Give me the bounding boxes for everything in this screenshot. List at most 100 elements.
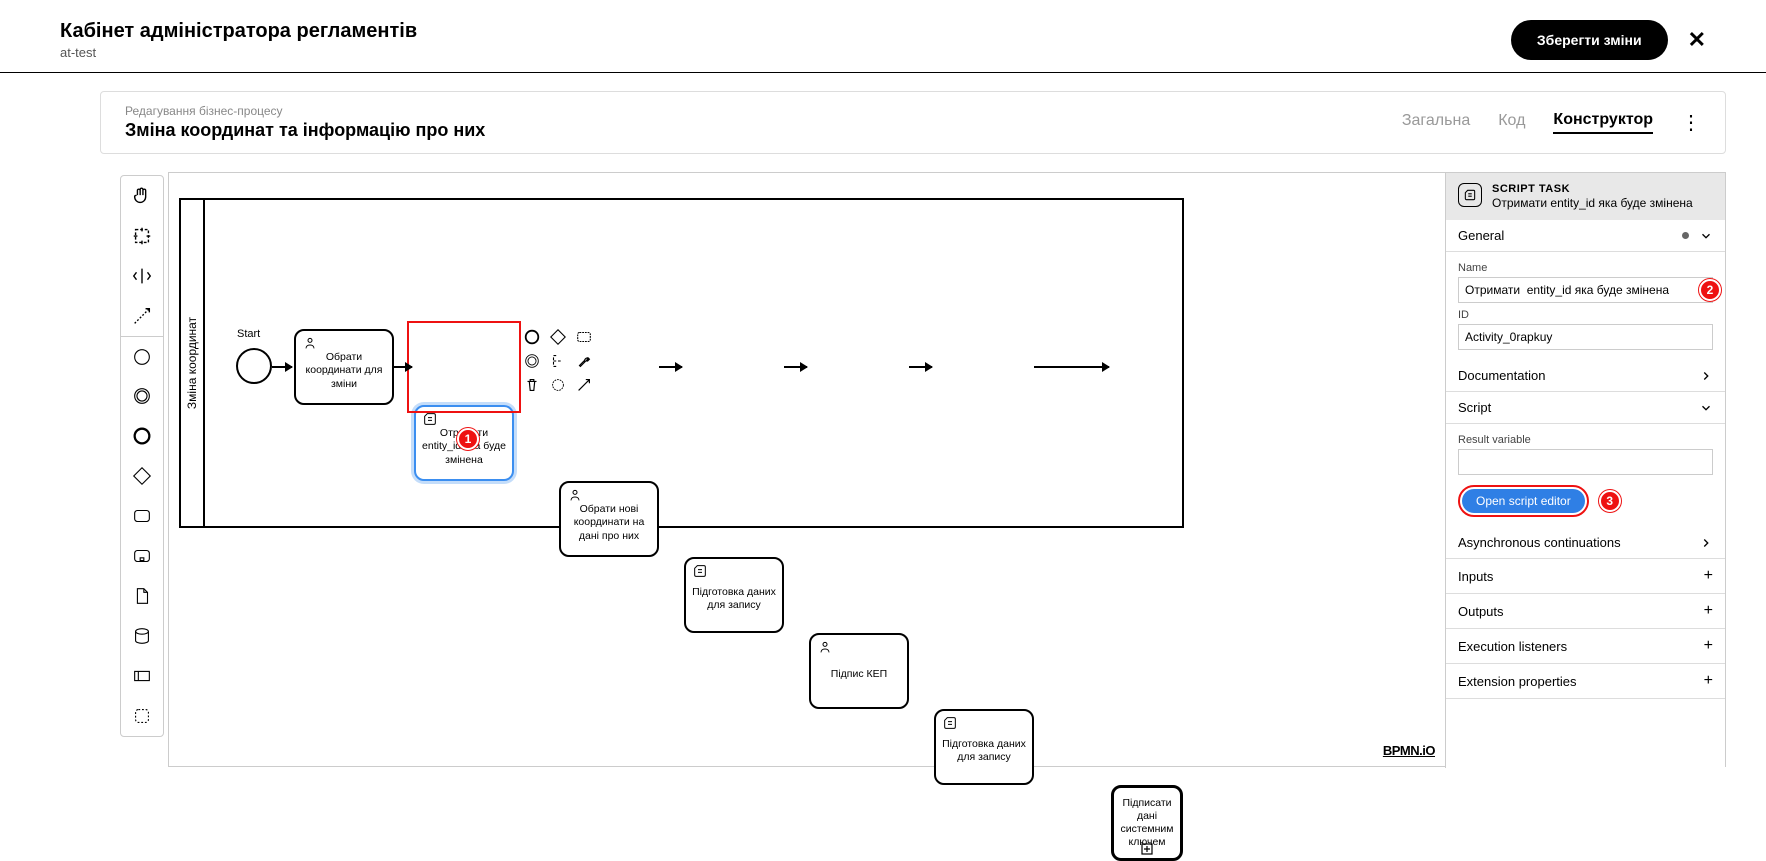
- edit-header-left: Редагування бізнес-процесу Зміна координ…: [125, 104, 485, 141]
- callout-3: 3: [1599, 490, 1621, 512]
- callout-2: 2: [1699, 279, 1721, 301]
- header-right: Зберегти зміни ✕: [1511, 20, 1706, 60]
- kebab-menu-icon[interactable]: ⋮: [1681, 110, 1701, 135]
- tool-task[interactable]: [121, 496, 163, 536]
- app-subtitle: at-test: [60, 45, 417, 60]
- tool-start-event[interactable]: [121, 336, 163, 376]
- plus-icon[interactable]: +: [1704, 672, 1713, 690]
- close-icon[interactable]: ✕: [1688, 27, 1706, 53]
- canvas[interactable]: Зміна координат Start Обрати координати …: [168, 172, 1726, 767]
- tabs: Загальна Код Конструктор ⋮: [1402, 110, 1701, 135]
- lane-label: Зміна координат: [181, 200, 205, 526]
- chevron-right-icon: [1699, 369, 1713, 383]
- section-async[interactable]: Asynchronous continuations: [1446, 527, 1725, 559]
- tool-end-event[interactable]: [121, 416, 163, 456]
- section-general-body: Name 2 ID: [1446, 252, 1725, 360]
- task-label: Обрати нові координати на дані про них: [565, 503, 653, 542]
- tool-space[interactable]: [121, 256, 163, 296]
- plus-icon[interactable]: +: [1704, 602, 1713, 620]
- user-task-icon: [567, 487, 583, 503]
- task-label: Підписати дані системним ключем: [1118, 797, 1176, 850]
- script-task-icon: [692, 563, 708, 579]
- id-input[interactable]: [1458, 324, 1713, 350]
- plus-icon[interactable]: +: [1704, 637, 1713, 655]
- tool-data-object[interactable]: [121, 576, 163, 616]
- tool-connect[interactable]: [121, 296, 163, 336]
- start-event[interactable]: [236, 348, 272, 384]
- props-header: SCRIPT TASK Отримати entity_id яка буде …: [1446, 173, 1725, 220]
- save-button[interactable]: Зберегти зміни: [1511, 20, 1668, 60]
- tool-intermediate-event[interactable]: [121, 376, 163, 416]
- section-script-body: Result variable Open script editor 3: [1446, 424, 1725, 527]
- tool-gateway[interactable]: [121, 456, 163, 496]
- task-sign-kep[interactable]: Підпис КЕП: [809, 633, 909, 709]
- task-prepare-data-2[interactable]: Підготовка даних для запису: [934, 709, 1034, 785]
- task-label: Підготовка даних для запису: [940, 738, 1028, 764]
- properties-panel: SCRIPT TASK Отримати entity_id яка буде …: [1445, 173, 1725, 768]
- tool-hand[interactable]: [121, 176, 163, 216]
- ctx-intermediate-icon[interactable]: [523, 352, 541, 370]
- ctx-task-icon[interactable]: [575, 328, 593, 346]
- section-general[interactable]: General: [1446, 220, 1725, 252]
- task-select-coords[interactable]: Обрати координати для зміни: [294, 329, 394, 405]
- element-name-label: Отримати entity_id яка буде змінена: [1492, 196, 1693, 210]
- user-task-icon: [817, 639, 833, 655]
- result-var-input[interactable]: [1458, 449, 1713, 475]
- tool-group[interactable]: [121, 696, 163, 736]
- sequence-flow[interactable]: [1034, 366, 1109, 368]
- main-area: Зміна координат Start Обрати координати …: [100, 172, 1726, 767]
- ctx-gateway-icon[interactable]: [549, 328, 567, 346]
- chevron-down-icon: [1699, 229, 1713, 243]
- callout-1: 1: [457, 428, 479, 450]
- chevron-down-icon: [1699, 401, 1713, 415]
- modified-dot-icon: [1682, 232, 1689, 239]
- user-task-icon: [302, 335, 318, 351]
- ctx-annotation-icon[interactable]: [549, 352, 567, 370]
- tab-code[interactable]: Код: [1498, 112, 1525, 133]
- top-header: Кабінет адміністратора регламентів at-te…: [0, 0, 1766, 73]
- section-documentation[interactable]: Documentation: [1446, 360, 1725, 392]
- section-script[interactable]: Script: [1446, 392, 1725, 424]
- task-label: Обрати координати для зміни: [300, 351, 388, 390]
- section-listeners[interactable]: Execution listeners +: [1446, 629, 1725, 664]
- ctx-delete-icon[interactable]: [523, 376, 541, 394]
- ctx-boundary-icon[interactable]: [549, 376, 567, 394]
- task-prepare-data-1[interactable]: Підготовка даних для запису: [684, 557, 784, 633]
- task-sign-system-key[interactable]: Підписати дані системним ключем: [1111, 785, 1183, 861]
- sequence-flow[interactable]: [272, 366, 292, 368]
- sequence-flow[interactable]: [659, 366, 682, 368]
- section-outputs[interactable]: Outputs +: [1446, 594, 1725, 629]
- tool-subprocess[interactable]: [121, 536, 163, 576]
- edit-header-panel: Редагування бізнес-процесу Зміна координ…: [100, 91, 1726, 154]
- start-event-label: Start: [237, 328, 260, 340]
- result-var-label: Result variable: [1458, 434, 1713, 446]
- tab-constructor[interactable]: Конструктор: [1553, 111, 1653, 134]
- script-task-icon: [422, 411, 438, 427]
- ctx-wrench-icon[interactable]: [575, 352, 593, 370]
- bpmn-logo[interactable]: BPMN.iO: [1383, 743, 1435, 758]
- breadcrumb: Редагування бізнес-процесу: [125, 104, 485, 118]
- open-script-editor-button[interactable]: Open script editor: [1462, 489, 1585, 513]
- tab-general[interactable]: Загальна: [1402, 112, 1470, 133]
- pool[interactable]: Зміна координат Start Обрати координати …: [179, 198, 1184, 528]
- callout-box-1: [407, 321, 521, 413]
- tool-lasso[interactable]: [121, 216, 163, 256]
- ctx-end-event-icon[interactable]: [523, 328, 541, 346]
- sequence-flow[interactable]: [394, 366, 412, 368]
- tool-pool[interactable]: [121, 656, 163, 696]
- section-extension[interactable]: Extension properties +: [1446, 664, 1725, 699]
- name-input[interactable]: [1458, 277, 1713, 303]
- task-select-new-coords[interactable]: Обрати нові координати на дані про них: [559, 481, 659, 557]
- section-inputs[interactable]: Inputs +: [1446, 559, 1725, 594]
- subprocess-marker-icon: [1141, 843, 1153, 855]
- task-label: Підготовка даних для запису: [690, 586, 778, 612]
- context-pad: [523, 328, 595, 394]
- header-left: Кабінет адміністратора регламентів at-te…: [60, 20, 417, 60]
- sequence-flow[interactable]: [784, 366, 807, 368]
- sequence-flow[interactable]: [909, 366, 932, 368]
- plus-icon[interactable]: +: [1704, 567, 1713, 585]
- ctx-connect-icon[interactable]: [575, 376, 593, 394]
- task-label: Підпис КЕП: [831, 668, 887, 681]
- tool-data-store[interactable]: [121, 616, 163, 656]
- app-title: Кабінет адміністратора регламентів: [60, 20, 417, 43]
